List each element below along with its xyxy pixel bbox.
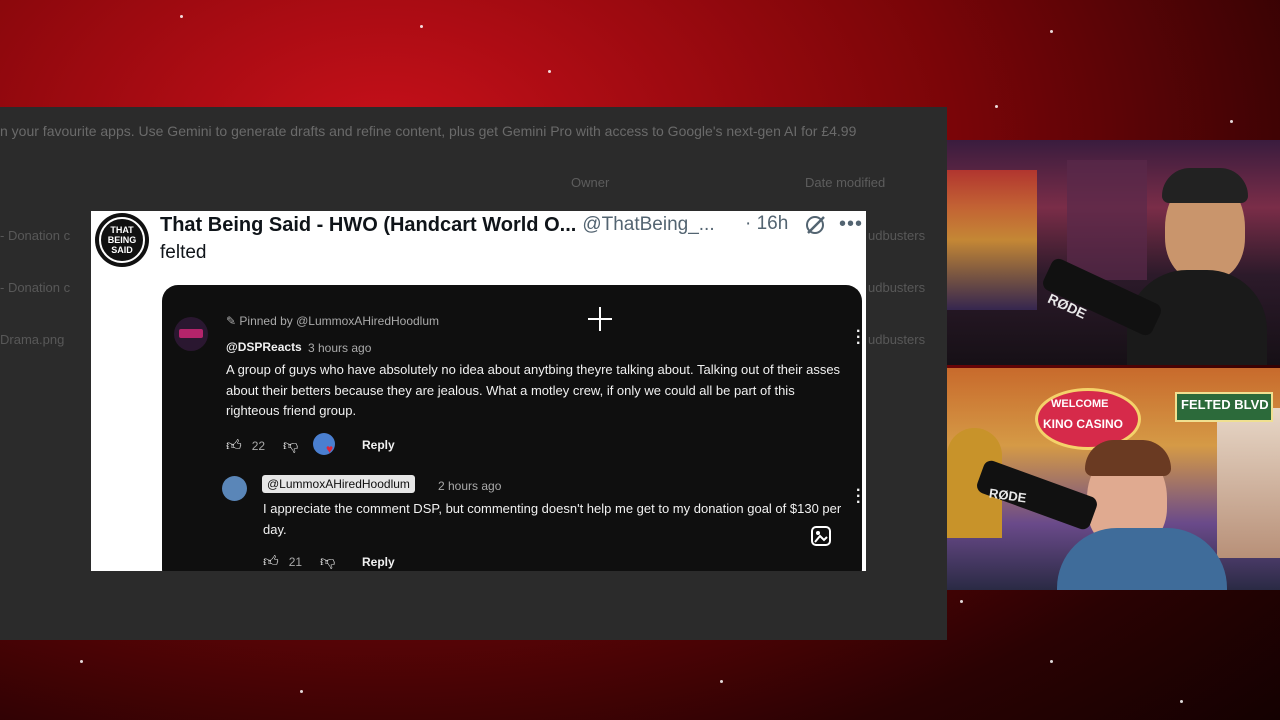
tweet-timestamp[interactable]: · 16h — [745, 213, 788, 235]
thumbs-up-icon: 👍︎ — [226, 437, 242, 454]
streamer-webcam-2: WELCOME KINO CASINO FELTED BLVD RØDE — [947, 368, 1280, 590]
file-cell: udbusters — [868, 228, 926, 243]
creator-heart-icon — [313, 433, 335, 456]
tweet-header: That Being Said - HWO (Handcart World O.… — [160, 213, 715, 237]
comment-text: A group of guys who have absolutely no i… — [226, 362, 841, 418]
pinned-label: ✎ Pinned by @LummoxAHiredHoodlum — [226, 314, 439, 328]
reply-author-chip: @LummoxAHiredHoodlum — [262, 475, 415, 493]
thumbs-down-icon: 👎︎ — [283, 437, 299, 454]
street-sign-text: FELTED BLVD — [1181, 397, 1269, 412]
grok-icon[interactable] — [804, 214, 826, 236]
tweet-media-image[interactable]: ✎ Pinned by @LummoxAHiredHoodlum · · · @DS… — [162, 285, 862, 571]
thumbs-up-icon: 👍︎ — [263, 553, 279, 570]
more-options-icon[interactable]: ••• — [839, 213, 863, 236]
file-row[interactable]: - Donation c — [0, 228, 70, 243]
streamer-webcam-1: RØDE — [947, 140, 1280, 365]
file-cell: udbusters — [868, 280, 926, 295]
reply-like-count: 21 — [288, 555, 303, 569]
promo-banner[interactable]: n your favourite apps. Use Gemini to gen… — [0, 123, 947, 139]
avatar-logo-text: THAT BEING SAID — [107, 225, 137, 255]
file-row[interactable]: - Donation c — [0, 280, 70, 295]
crosshair-cursor-icon — [588, 307, 612, 331]
reply-author-avatar — [222, 476, 247, 501]
tweet-author-handle[interactable]: @ThatBeing_... — [582, 214, 714, 236]
file-row[interactable]: Drama.png — [0, 332, 64, 347]
comment-author: @DSPReacts — [226, 340, 302, 354]
reply-actions: 👍︎ 21 👎︎ — [263, 553, 335, 571]
commenter-avatar — [174, 317, 208, 351]
tweet-author-name[interactable]: That Being Said - HWO (Handcart World O.… — [160, 214, 576, 237]
welcome-sign-text: WELCOME — [1051, 398, 1109, 410]
file-cell: udbusters — [868, 332, 926, 347]
pin-icon: ✎ — [226, 314, 237, 328]
tweet-avatar[interactable]: THAT BEING SAID — [95, 213, 149, 267]
like-count: 22 — [251, 439, 266, 453]
column-header-date-modified[interactable]: Date modified — [805, 175, 885, 190]
reply-button: Reply — [362, 438, 395, 452]
image-edit-icon — [811, 526, 831, 546]
reply-menu-icon: · · · — [856, 482, 862, 511]
reply-button: Reply — [362, 555, 395, 569]
tweet-card[interactable]: THAT BEING SAID That Being Said - HWO (H… — [91, 211, 866, 571]
thumbs-down-icon: 👎︎ — [320, 553, 336, 570]
reply-time: 2 hours ago — [438, 479, 502, 493]
comment-menu-icon: · · · — [856, 323, 862, 352]
comment-time: 3 hours ago — [308, 341, 372, 355]
comment-actions: 👍︎ 22 👎︎ — [226, 437, 298, 455]
casino-sign-text: KINO CASINO — [1043, 417, 1124, 431]
pinned-by-text: Pinned by @LummoxAHiredHoodlum — [239, 314, 440, 328]
tweet-text: felted — [160, 242, 207, 263]
column-header-owner[interactable]: Owner — [571, 175, 609, 190]
reply-text: I appreciate the comment DSP, but commen… — [263, 501, 842, 537]
